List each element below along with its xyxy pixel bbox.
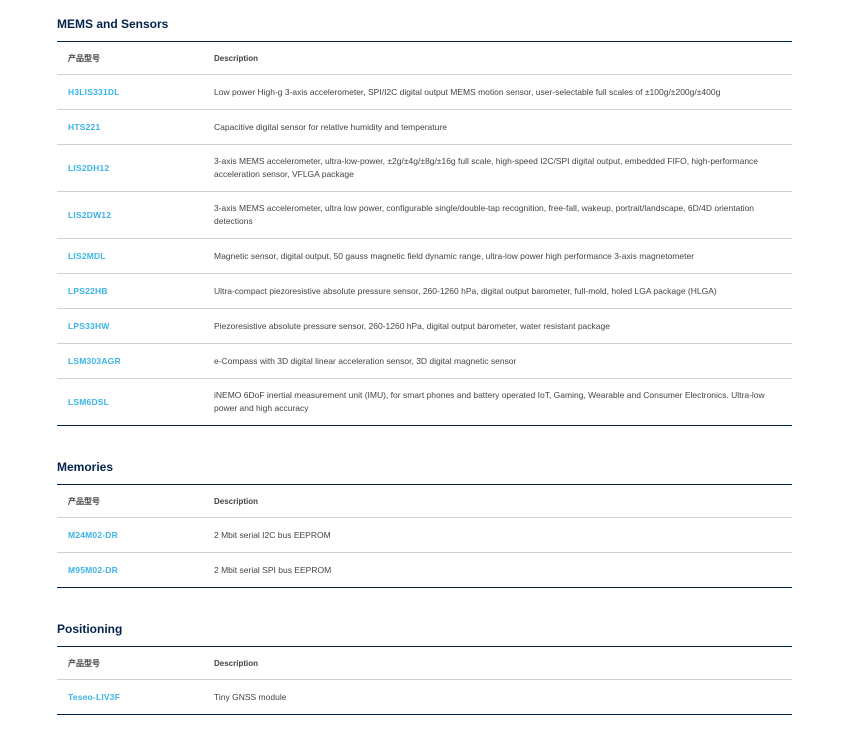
table-row: LPS22HB Ultra-compact piezoresistive abs… bbox=[57, 273, 792, 309]
table-row: HTS221 Capacitive digital sensor for rel… bbox=[57, 109, 792, 145]
part-number-link[interactable]: LSM303AGR bbox=[68, 356, 121, 366]
part-description: Piezoresistive absolute pressure sensor,… bbox=[214, 308, 792, 344]
table-row: LIS2DH12 3-axis MEMS accelerometer, ultr… bbox=[57, 144, 792, 192]
table-row: LSM6DSL iNEMO 6DoF inertial measurement … bbox=[57, 379, 792, 426]
part-number-link[interactable]: M95M02-DR bbox=[68, 565, 118, 575]
section-mems-sensors: MEMS and Sensors 产品型号 Description H3LIS3… bbox=[57, 15, 792, 426]
table-row: Teseo-LIV3F Tiny GNSS module bbox=[57, 680, 792, 715]
part-description: Magnetic sensor, digital output, 50 gaus… bbox=[214, 238, 792, 274]
table-header-row: 产品型号 Description bbox=[57, 41, 792, 75]
table-row: M24M02-DR 2 Mbit serial I2C bus EEPROM bbox=[57, 517, 792, 553]
column-header-part: 产品型号 bbox=[57, 41, 214, 75]
section-title: Positioning bbox=[57, 622, 123, 636]
part-description: Low power High-g 3-axis accelerometer, S… bbox=[214, 74, 792, 110]
section-positioning: Positioning 产品型号 Description Teseo-LIV3F… bbox=[57, 620, 792, 715]
part-number-link[interactable]: LPS33HW bbox=[68, 321, 110, 331]
part-description: e-Compass with 3D digital linear acceler… bbox=[214, 343, 792, 379]
part-number-link[interactable]: LIS2DH12 bbox=[68, 163, 109, 173]
part-description: 3-axis MEMS accelerometer, ultra-low-pow… bbox=[214, 144, 792, 192]
part-description: 2 Mbit serial I2C bus EEPROM bbox=[214, 517, 792, 553]
table-row: LIS2DW12 3-axis MEMS accelerometer, ultr… bbox=[57, 191, 792, 239]
part-description: Tiny GNSS module bbox=[214, 691, 287, 702]
part-number-link[interactable]: M24M02-DR bbox=[68, 530, 118, 540]
column-header-description: Description bbox=[214, 646, 792, 680]
product-table: 产品型号 Description Teseo-LIV3F Tiny GNSS m… bbox=[57, 646, 792, 715]
part-number-link[interactable]: Teseo-LIV3F bbox=[68, 692, 120, 702]
product-table: 产品型号 Description M24M02-DR 2 Mbit serial… bbox=[57, 484, 792, 588]
column-header-description: Description bbox=[214, 41, 792, 75]
part-number-link[interactable]: H3LIS331DL bbox=[68, 87, 120, 97]
part-description: iNEMO 6DoF inertial measurement unit (IM… bbox=[214, 390, 765, 413]
part-number-link[interactable]: LSM6DSL bbox=[68, 397, 109, 407]
part-number-link[interactable]: HTS221 bbox=[68, 122, 100, 132]
product-table: 产品型号 Description H3LIS331DL Low power Hi… bbox=[57, 41, 792, 426]
part-number-link[interactable]: LIS2DW12 bbox=[68, 210, 111, 220]
section-memories: Memories 产品型号 Description M24M02-DR 2 Mb… bbox=[57, 458, 792, 588]
part-description: 3-axis MEMS accelerometer, ultra low pow… bbox=[214, 191, 792, 239]
part-description: Ultra-compact piezoresistive absolute pr… bbox=[214, 273, 792, 309]
part-description: Capacitive digital sensor for relative h… bbox=[214, 109, 792, 145]
table-row: LPS33HW Piezoresistive absolute pressure… bbox=[57, 308, 792, 344]
table-row: H3LIS331DL Low power High-g 3-axis accel… bbox=[57, 74, 792, 110]
table-header-row: 产品型号 Description bbox=[57, 484, 792, 518]
part-number-link[interactable]: LIS2MDL bbox=[68, 251, 106, 261]
table-header-row: 产品型号 Description bbox=[57, 646, 792, 680]
table-row: LIS2MDL Magnetic sensor, digital output,… bbox=[57, 238, 792, 274]
column-header-part: 产品型号 bbox=[57, 484, 214, 518]
table-row: LSM303AGR e-Compass with 3D digital line… bbox=[57, 343, 792, 379]
part-description: 2 Mbit serial SPI bus EEPROM bbox=[214, 564, 332, 575]
column-header-description: Description bbox=[214, 484, 792, 518]
table-row: M95M02-DR 2 Mbit serial SPI bus EEPROM bbox=[57, 553, 792, 588]
section-title: Memories bbox=[57, 460, 114, 474]
part-number-link[interactable]: LPS22HB bbox=[68, 286, 108, 296]
section-title: MEMS and Sensors bbox=[57, 17, 169, 31]
column-header-part: 产品型号 bbox=[57, 646, 214, 680]
